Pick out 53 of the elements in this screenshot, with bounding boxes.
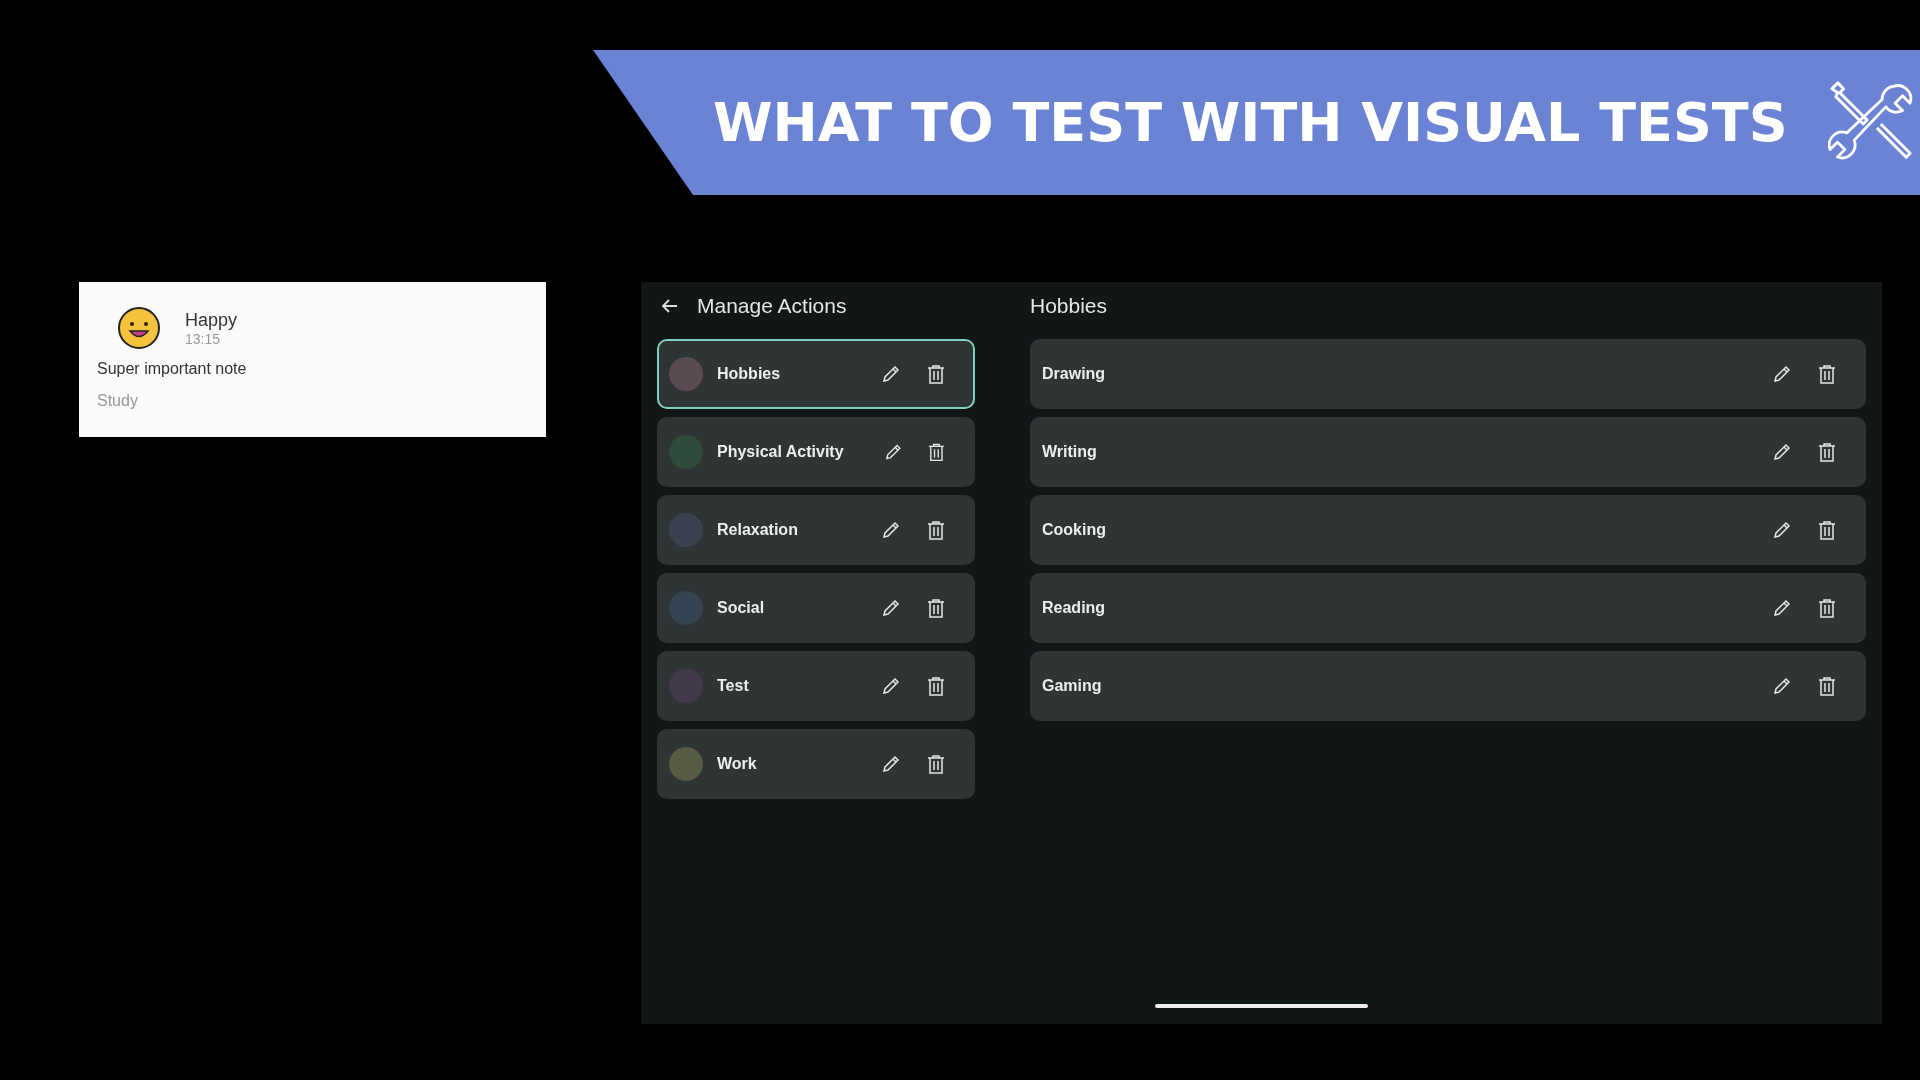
category-name: Hobbies — [717, 365, 781, 383]
edit-icon[interactable] — [881, 364, 901, 384]
category-item[interactable]: Social — [657, 573, 975, 643]
edit-icon[interactable] — [1772, 364, 1792, 384]
edit-icon[interactable] — [881, 598, 901, 618]
screen-title: Manage Actions — [697, 294, 847, 318]
edit-icon[interactable] — [1772, 598, 1792, 618]
delete-icon[interactable] — [927, 520, 945, 540]
mood-label: Happy — [185, 309, 238, 331]
category-name: Relaxation — [717, 521, 798, 539]
delete-icon[interactable] — [927, 598, 945, 618]
note-time: 13:15 — [185, 330, 222, 347]
edit-icon[interactable] — [1772, 442, 1792, 462]
edit-icon[interactable] — [881, 520, 901, 540]
category-title: Hobbies — [1030, 294, 1108, 318]
category-item[interactable]: Work — [657, 729, 975, 799]
note-text: Super important note — [97, 360, 248, 378]
category-item[interactable]: Hobbies — [657, 339, 975, 409]
delete-icon[interactable] — [927, 364, 945, 384]
category-item[interactable]: Relaxation — [657, 495, 975, 565]
action-item[interactable]: Writing — [1030, 417, 1866, 487]
delete-icon[interactable] — [928, 442, 945, 462]
edit-icon[interactable] — [881, 676, 901, 696]
delete-icon[interactable] — [1818, 442, 1836, 462]
action-item[interactable]: Cooking — [1030, 495, 1866, 565]
action-name: Drawing — [1042, 365, 1106, 383]
delete-icon[interactable] — [1818, 520, 1836, 540]
edit-icon[interactable] — [1772, 520, 1792, 540]
edit-icon[interactable] — [883, 442, 903, 462]
delete-icon[interactable] — [1818, 364, 1836, 384]
delete-icon[interactable] — [1818, 676, 1836, 696]
category-name: Physical Activity — [717, 443, 844, 461]
note-category: Study — [97, 392, 139, 410]
edit-icon[interactable] — [1772, 676, 1792, 696]
category-item[interactable]: Test — [657, 651, 975, 721]
action-item[interactable]: Gaming — [1030, 651, 1866, 721]
category-name: Test — [717, 677, 749, 695]
delete-icon[interactable] — [927, 676, 945, 696]
delete-icon[interactable] — [1818, 598, 1836, 618]
category-item[interactable]: Physical Activity — [657, 417, 975, 487]
action-item[interactable]: Drawing — [1030, 339, 1866, 409]
action-name: Reading — [1042, 599, 1106, 617]
action-item[interactable]: Reading — [1030, 573, 1866, 643]
category-name: Work — [717, 755, 757, 773]
action-name: Writing — [1042, 443, 1097, 461]
delete-icon[interactable] — [927, 754, 945, 774]
action-name: Gaming — [1042, 677, 1102, 695]
category-name: Social — [717, 599, 765, 617]
slide-title: WHAT TO TEST WITH VISUAL TESTS — [713, 91, 1788, 154]
smiley-icon — [117, 306, 161, 350]
edit-icon[interactable] — [881, 754, 901, 774]
back-arrow-icon[interactable] — [661, 297, 679, 315]
action-name: Cooking — [1042, 521, 1106, 539]
